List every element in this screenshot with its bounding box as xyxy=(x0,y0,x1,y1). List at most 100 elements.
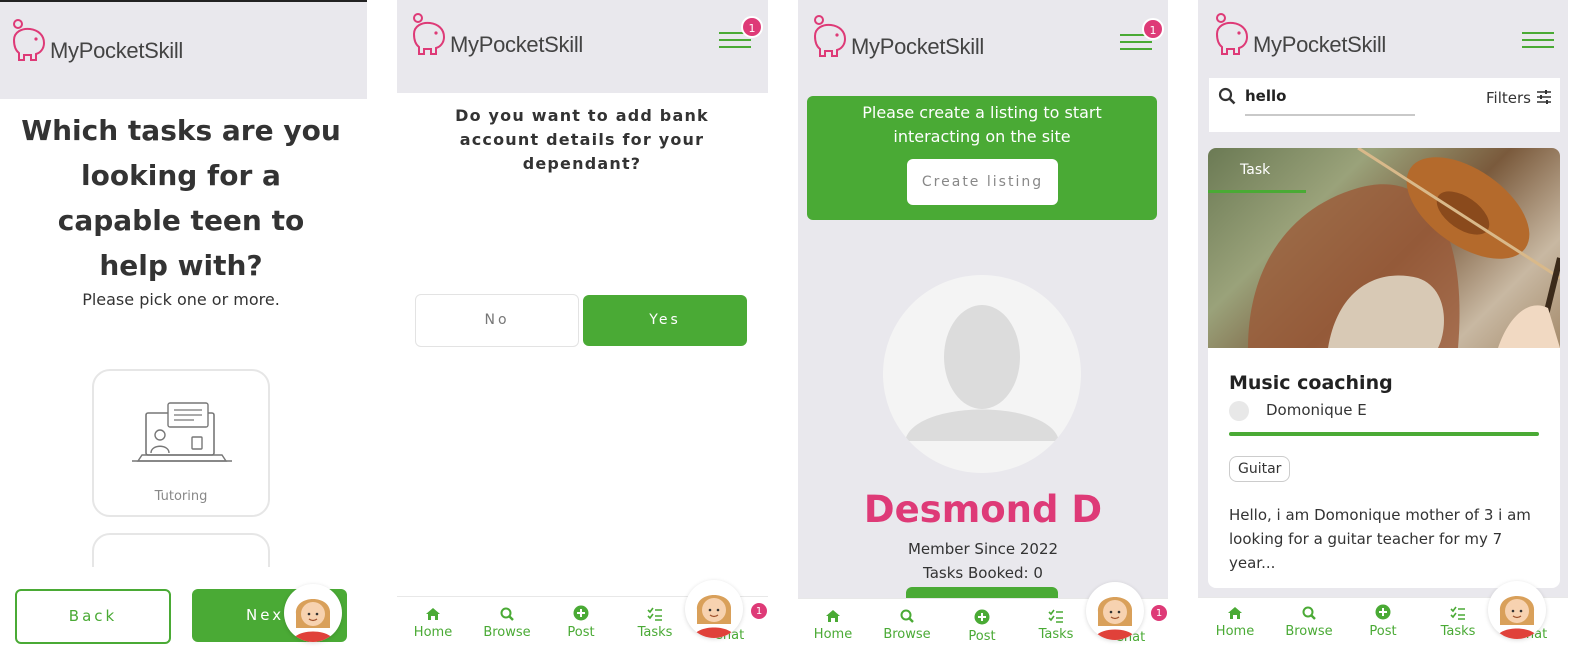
screen-browse: MyPocketSkill hello Filters Task Music c… xyxy=(1198,0,1568,667)
notification-badge: 1 xyxy=(1142,18,1164,40)
home-icon xyxy=(826,610,840,622)
nav-tasks[interactable]: Tasks xyxy=(1026,609,1086,642)
assistant-avatar[interactable] xyxy=(1488,581,1546,639)
tasks-icon xyxy=(1048,609,1063,623)
member-since: Member Since 2022 xyxy=(907,540,1059,558)
assistant-girl-icon xyxy=(292,599,334,642)
nav-tasks[interactable]: Tasks xyxy=(1428,606,1488,639)
nav-browse[interactable]: Browse xyxy=(477,607,537,640)
assistant-girl-icon xyxy=(693,595,735,638)
nav-browse[interactable]: Browse xyxy=(877,609,937,642)
home-icon xyxy=(426,608,440,620)
piggy-logo-icon xyxy=(412,13,446,55)
piggy-logo-icon xyxy=(12,19,46,61)
logo-text: MyPocketSkill xyxy=(50,38,184,63)
tasks-booked-label: Tasks Booked: xyxy=(923,564,1029,582)
logo-text: MyPocketSkill xyxy=(851,34,985,59)
nav-post[interactable]: Post xyxy=(1353,604,1413,639)
nav-post-label: Post xyxy=(1369,624,1397,639)
screen-profile: MyPocketSkill 1 Please create a listing … xyxy=(798,0,1168,667)
back-button[interactable]: Back xyxy=(15,589,171,644)
nav-home-label: Home xyxy=(1215,624,1255,639)
tasks-booked: Tasks Booked: 0 xyxy=(798,564,1168,582)
tutoring-icon xyxy=(132,402,232,462)
page-question: Which tasks are you looking for a capabl… xyxy=(21,114,341,282)
tasks-icon xyxy=(647,607,662,621)
violin-photo-icon xyxy=(1248,148,1560,349)
task-tag-underline xyxy=(1208,190,1306,193)
no-button[interactable]: No xyxy=(415,294,579,347)
nav-tasks-label: Tasks xyxy=(637,625,673,640)
assistant-avatar[interactable] xyxy=(685,580,743,638)
plus-circle-icon xyxy=(974,609,990,625)
assistant-girl-icon xyxy=(1094,597,1136,640)
chat-badge: 1 xyxy=(749,601,768,621)
nav-browse-label: Browse xyxy=(483,625,531,640)
card-image: Task xyxy=(1208,148,1560,349)
screen-bank-details: MyPocketSkill 1 Do you want to add bank … xyxy=(397,0,768,667)
nav-tasks-label: Tasks xyxy=(1038,627,1074,642)
nav-tasks[interactable]: Tasks xyxy=(625,607,685,640)
header: MyPocketSkill xyxy=(1198,0,1568,78)
header: MyPocketSkill 1 xyxy=(798,0,1168,90)
nav-home[interactable]: Home xyxy=(803,609,863,642)
logo[interactable]: MyPocketSkill xyxy=(410,12,583,56)
task-tag: Task xyxy=(1240,162,1271,178)
plus-circle-icon xyxy=(573,605,589,621)
plus-circle-icon xyxy=(1375,604,1391,620)
banner-text: Please create a listing to start interac… xyxy=(862,103,1102,146)
nav-home-label: Home xyxy=(813,627,853,642)
header: MyPocketSkill 1 xyxy=(397,0,768,93)
assistant-girl-icon xyxy=(1496,596,1538,639)
option-card-tutoring[interactable]: Tutoring xyxy=(92,369,270,517)
tasks-icon xyxy=(1450,606,1465,620)
piggy-logo-icon xyxy=(1215,13,1249,55)
card-author: Domonique E xyxy=(1266,401,1367,419)
profile-name: Desmond D xyxy=(863,488,1103,531)
search-bar: hello Filters xyxy=(1209,78,1560,132)
avatar xyxy=(883,275,1081,473)
home-icon xyxy=(1228,607,1242,619)
task-card[interactable]: Task Music coaching Domonique E Guitar H… xyxy=(1208,148,1560,588)
search-input[interactable]: hello xyxy=(1245,87,1415,116)
yes-button[interactable]: Yes xyxy=(583,295,747,346)
assistant-avatar[interactable] xyxy=(1086,582,1144,640)
option-label: Tutoring xyxy=(154,489,208,504)
tasks-booked-value: 0 xyxy=(1033,564,1043,582)
nav-post-label: Post xyxy=(567,625,595,640)
nav-post[interactable]: Post xyxy=(551,605,611,640)
search-icon xyxy=(500,607,514,621)
sliders-icon xyxy=(1536,90,1551,104)
nav-home-label: Home xyxy=(413,625,453,640)
nav-browse[interactable]: Browse xyxy=(1279,606,1339,639)
author-avatar xyxy=(1229,401,1249,421)
filters-label: Filters xyxy=(1486,89,1531,107)
assistant-avatar[interactable] xyxy=(284,584,342,642)
bank-question: Do you want to add bank account details … xyxy=(455,106,709,173)
chat-badge: 1 xyxy=(1149,603,1168,623)
header: MyPocketSkill xyxy=(0,0,367,99)
menu-button[interactable] xyxy=(1522,32,1554,50)
card-title: Music coaching xyxy=(1229,372,1393,394)
logo[interactable]: MyPocketSkill xyxy=(1213,12,1386,56)
nav-tasks-label: Tasks xyxy=(1440,624,1476,639)
screen-task-selection: MyPocketSkill Which tasks are you lookin… xyxy=(0,0,367,667)
default-user-icon xyxy=(905,305,1059,441)
nav-browse-label: Browse xyxy=(1285,624,1333,639)
create-listing-button[interactable]: Create listing xyxy=(907,159,1058,205)
search-icon xyxy=(1218,87,1236,105)
logo[interactable]: MyPocketSkill xyxy=(811,14,984,58)
nav-post-label: Post xyxy=(968,629,996,644)
logo-text: MyPocketSkill xyxy=(1253,32,1387,57)
logo[interactable]: MyPocketSkill xyxy=(10,18,183,62)
card-divider xyxy=(1229,432,1539,436)
nav-home[interactable]: Home xyxy=(1205,606,1265,639)
pick-hint: Please pick one or more. xyxy=(82,290,280,309)
filters-button[interactable]: Filters xyxy=(1486,89,1552,107)
search-icon xyxy=(900,609,914,623)
search-icon xyxy=(1302,606,1316,620)
piggy-logo-icon xyxy=(813,15,847,57)
logo-text: MyPocketSkill xyxy=(450,32,584,57)
nav-home[interactable]: Home xyxy=(403,607,463,640)
nav-post[interactable]: Post xyxy=(952,609,1012,644)
